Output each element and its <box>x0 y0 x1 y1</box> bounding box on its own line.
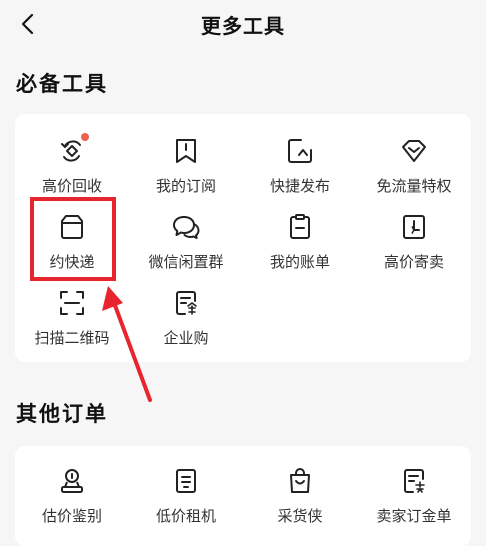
tool-my-subscription[interactable]: 我的订阅 <box>129 130 243 206</box>
tool-free-data-privilege[interactable]: 免流量特权 <box>357 130 471 206</box>
tool-scan-qr-code[interactable]: 扫描二维码 <box>15 282 129 358</box>
rent-phone-icon <box>171 466 201 496</box>
tool-label: 快捷发布 <box>269 177 330 195</box>
essential-tools-card: 高价回收 我的订阅 快捷发布 免流量特权 约快递 微信闲置群 我的账单 高价寄卖… <box>15 114 471 362</box>
tool-wechat-idle-group[interactable]: 微信闲置群 <box>129 206 243 282</box>
consign-icon <box>399 212 429 242</box>
tool-label: 采货侠 <box>277 507 323 525</box>
order-cai-huo-xia[interactable]: 采货侠 <box>243 460 357 536</box>
tool-label: 约快递 <box>49 253 95 271</box>
tool-label: 低价租机 <box>155 507 216 525</box>
tool-label: 估价鉴别 <box>41 507 102 525</box>
other-orders-card: 估价鉴别 低价租机 采货侠 卖家订金单 <box>15 446 471 546</box>
section-title-essential: 必备工具 <box>16 72 108 96</box>
notification-dot <box>81 133 89 141</box>
tool-enterprise-purchase[interactable]: 企业购 <box>129 282 243 358</box>
tool-label: 微信闲置群 <box>148 253 224 271</box>
tool-quick-publish[interactable]: 快捷发布 <box>243 130 357 206</box>
tool-my-bill[interactable]: 我的账单 <box>243 206 357 282</box>
tool-book-express[interactable]: 约快递 <box>15 206 129 282</box>
enterprise-icon <box>171 288 201 318</box>
shopping-bag-icon <box>285 466 315 496</box>
tool-label: 高价回收 <box>41 177 102 195</box>
tool-label: 企业购 <box>163 329 209 347</box>
recycle-icon <box>57 133 89 166</box>
tool-label: 免流量特权 <box>376 177 452 195</box>
tool-label: 扫描二维码 <box>34 329 110 347</box>
top-bar: 更多工具 <box>0 0 486 48</box>
order-seller-deposit[interactable]: 卖家订金单 <box>357 460 471 536</box>
appraisal-icon <box>57 466 87 496</box>
section-title-other-orders: 其他订单 <box>16 402 108 426</box>
chat-bubbles-icon <box>171 212 201 242</box>
tool-label: 卖家订金单 <box>376 507 452 525</box>
tool-label: 我的订阅 <box>155 177 216 195</box>
publish-icon <box>285 136 315 166</box>
scan-icon <box>57 288 87 318</box>
tool-label: 我的账单 <box>269 253 330 271</box>
package-icon <box>57 212 87 242</box>
order-low-price-rent-phone[interactable]: 低价租机 <box>129 460 243 536</box>
page-title: 更多工具 <box>201 14 285 38</box>
tool-high-price-recycle[interactable]: 高价回收 <box>15 130 129 206</box>
bill-icon <box>285 212 315 242</box>
order-appraisal[interactable]: 估价鉴别 <box>15 460 129 536</box>
seller-deposit-icon <box>399 466 429 496</box>
tool-high-price-consignment[interactable]: 高价寄卖 <box>357 206 471 282</box>
bookmark-icon <box>171 136 201 166</box>
diamond-icon <box>399 136 429 166</box>
tool-label: 高价寄卖 <box>383 253 444 271</box>
